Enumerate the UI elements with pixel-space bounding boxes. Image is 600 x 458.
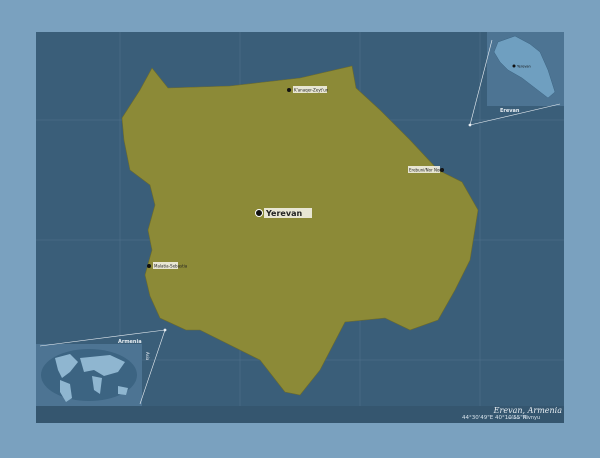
scale-label: Rivnyu — [523, 415, 541, 421]
place-label-right: Erebuni/Nor Nork — [409, 168, 444, 173]
place-label-capital: Yerevan — [265, 209, 302, 218]
inset-world-label: Armenia — [118, 339, 142, 345]
coordinates: 44°30'49"E 40°10'55"N — [462, 415, 527, 421]
inset-country-label: Erevan — [500, 108, 520, 114]
inset-country-marker-label: Yerevan — [517, 65, 531, 69]
place-label-left: Malatia-Sebastia — [154, 264, 188, 269]
inset-world-side-label: Asia — [145, 352, 150, 361]
map-canvas: Yerevan K'anaqer-Zeyt'un Erebuni/Nor Nor… — [36, 32, 564, 423]
place-label-top: K'anaqer-Zeyt'un — [294, 88, 329, 93]
map-figure: Yerevan K'anaqer-Zeyt'un Erebuni/Nor Nor… — [0, 0, 600, 458]
map-title: Erevan, Armenia — [493, 406, 562, 415]
